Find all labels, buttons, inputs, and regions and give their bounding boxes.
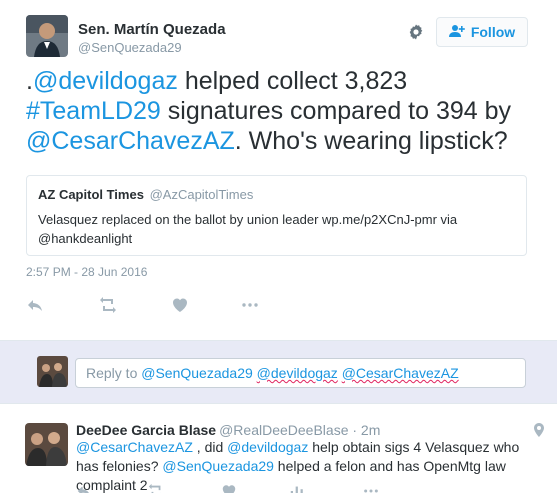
gear-icon[interactable] bbox=[407, 23, 425, 41]
quote-author-name: AZ Capitol Times bbox=[38, 187, 144, 202]
quote-author-handle: @AzCapitolTimes bbox=[149, 187, 254, 202]
retweet-icon[interactable] bbox=[148, 483, 164, 493]
reply-time: · 2m bbox=[352, 422, 381, 438]
reply-author[interactable]: DeeDee Garcia Blase @RealDeeDeeBlase · 2m bbox=[76, 422, 380, 438]
main-tweet: Sen. Martín Quezada @SenQuezada29 Follow… bbox=[0, 0, 557, 338]
follow-label: Follow bbox=[470, 24, 516, 40]
add-user-icon bbox=[448, 24, 465, 41]
heart-icon[interactable] bbox=[221, 483, 237, 493]
follow-button[interactable]: Follow bbox=[436, 17, 528, 47]
more-icon[interactable] bbox=[363, 483, 379, 493]
reply-mention: @SenQuezada29 bbox=[141, 365, 253, 381]
tweet-text-segment: . Who's wearing lipstick? bbox=[234, 127, 508, 155]
author-avatar[interactable] bbox=[26, 15, 68, 57]
retweet-icon[interactable] bbox=[99, 296, 117, 314]
heart-icon[interactable] bbox=[171, 296, 189, 314]
reply-text: @CesarChavezAZ , did @devildogaz help ob… bbox=[76, 438, 541, 493]
reply-input[interactable]: Reply to @SenQuezada29 @devildogaz @Cesa… bbox=[75, 358, 526, 388]
mention-link[interactable]: @CesarChavezAZ bbox=[76, 439, 193, 455]
tweet-text-segment: helped collect 3,823 bbox=[177, 67, 408, 95]
quote-header: AZ Capitol Times @AzCapitolTimes bbox=[38, 187, 515, 202]
reply-author-handle: @RealDeeDeeBlase bbox=[219, 422, 349, 438]
mention-link[interactable]: @SenQuezada29 bbox=[162, 458, 274, 474]
hashtag-link[interactable]: #TeamLD29 bbox=[26, 97, 161, 125]
mention-link[interactable]: @CesarChavezAZ bbox=[26, 127, 235, 155]
tweet-text-segment: signatures compared to 394 by bbox=[160, 97, 512, 125]
location-pin-icon bbox=[534, 423, 544, 437]
quote-text: Velasquez replaced on the ballot by unio… bbox=[38, 212, 458, 246]
user-avatar bbox=[37, 356, 68, 387]
reply-mention: @CesarChavezAZ bbox=[341, 365, 459, 381]
reply-icon[interactable] bbox=[26, 296, 44, 314]
reply-tweet: DeeDee Garcia Blase @RealDeeDeeBlase · 2m… bbox=[0, 405, 557, 493]
tweet-text-lead: . bbox=[26, 67, 33, 95]
author-name[interactable]: Sen. Martín Quezada bbox=[78, 21, 226, 38]
reply-prefix: Reply to bbox=[86, 365, 142, 381]
author-handle[interactable]: @SenQuezada29 bbox=[78, 40, 182, 55]
quoted-tweet[interactable]: AZ Capitol Times @AzCapitolTimes Velasqu… bbox=[26, 175, 527, 256]
mention-link[interactable]: @devildogaz bbox=[227, 439, 308, 455]
reply-bar: Reply to @SenQuezada29 @devildogaz @Cesa… bbox=[0, 340, 557, 404]
more-icon[interactable] bbox=[241, 296, 259, 314]
reply-text-segment: , did bbox=[192, 439, 228, 455]
analytics-icon[interactable] bbox=[289, 483, 305, 493]
reply-author-name: DeeDee Garcia Blase bbox=[76, 422, 217, 438]
tweet-text: .@devildogaz helped collect 3,823 #TeamL… bbox=[26, 66, 536, 156]
mention-link[interactable]: @devildogaz bbox=[33, 67, 178, 95]
tweet-timestamp[interactable]: 2:57 PM - 28 Jun 2016 bbox=[26, 265, 147, 279]
reply-author-avatar[interactable] bbox=[25, 423, 68, 466]
reply-icon[interactable] bbox=[76, 483, 92, 493]
reply-mention: @devildogaz bbox=[256, 365, 338, 381]
